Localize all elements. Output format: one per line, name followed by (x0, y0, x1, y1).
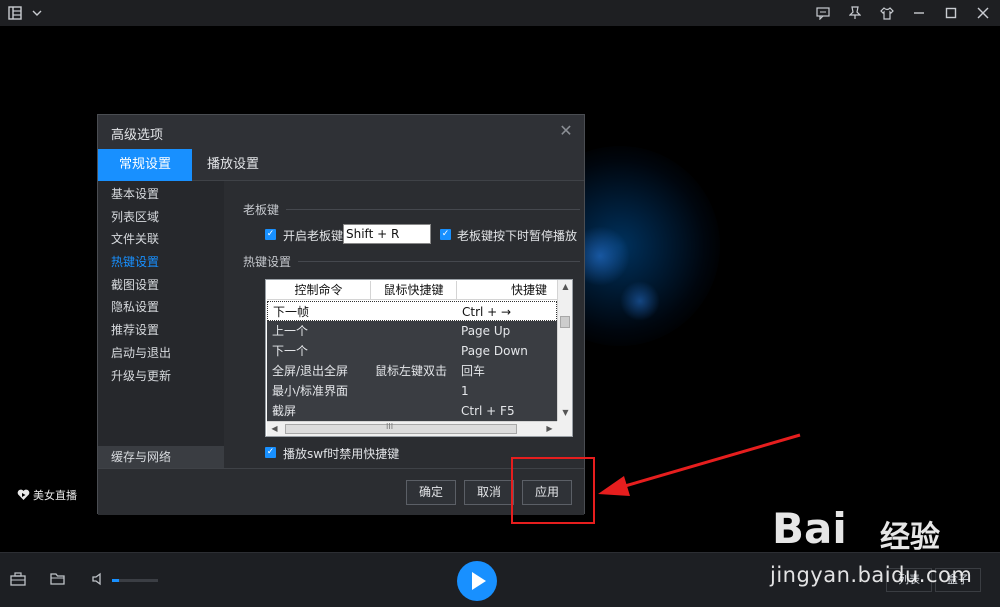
cell-command: 下一个 (272, 344, 309, 358)
scroll-grip: III (386, 422, 394, 431)
table-row[interactable]: 全屏/退出全屏 鼠标左键双击 回车 (267, 361, 557, 381)
pin-icon[interactable] (846, 4, 864, 22)
nav-item-hotkeys[interactable]: 热键设置 (111, 252, 159, 272)
close-icon[interactable] (974, 4, 992, 22)
skin-icon[interactable] (878, 4, 896, 22)
tab-general-settings[interactable]: 常规设置 (98, 149, 192, 181)
dialog-close-icon[interactable]: ✕ (558, 123, 574, 139)
cell-hotkey: Page Down (461, 344, 528, 358)
table-row[interactable]: 最小/标准界面 1 (267, 381, 557, 401)
volume-icon[interactable] (92, 572, 110, 588)
window-controls (814, 3, 992, 23)
dialog-title: 高级选项 (111, 128, 164, 143)
dialog-tabs: 常规设置 播放设置 (98, 149, 584, 181)
cell-command: 上一个 (272, 324, 309, 338)
dialog-title-bar: 高级选项 ✕ (98, 115, 584, 149)
nav-item-basic[interactable]: 基本设置 (111, 184, 159, 204)
play-icon (472, 572, 486, 590)
swf-disable-hotkey-checkbox[interactable]: ✓ (265, 447, 276, 458)
horizontal-scrollbar[interactable]: ◀ III ▶ (267, 421, 557, 436)
nav-item-screenshot[interactable]: 截图设置 (111, 275, 159, 295)
volume-level (112, 579, 119, 582)
cell-hotkey: 1 (461, 384, 469, 398)
table-row[interactable]: 上一个 Page Up (267, 321, 557, 341)
watermark-brand-cn: 经验 (880, 520, 940, 555)
heart-play-icon (17, 489, 30, 500)
cell-hotkey: 回车 (461, 364, 486, 378)
nav-item-startup-exit[interactable]: 启动与退出 (111, 343, 171, 363)
title-bar (0, 0, 1000, 26)
column-header-command[interactable]: 控制命令 (267, 281, 371, 300)
cell-command: 下一帧 (273, 305, 310, 319)
cell-command: 截屏 (272, 404, 297, 418)
list-layout-icon[interactable] (6, 4, 24, 22)
boss-key-enable-label: 开启老板键 (283, 229, 344, 243)
cell-hotkey: Ctrl + F5 (461, 404, 515, 418)
volume-slider[interactable] (112, 579, 158, 582)
play-button[interactable] (457, 561, 497, 601)
vertical-scroll-thumb[interactable] (560, 316, 570, 328)
cell-command: 全屏/退出全屏 (272, 364, 349, 378)
maximize-icon[interactable] (942, 4, 960, 22)
title-bar-left (6, 3, 46, 23)
feedback-icon[interactable] (814, 4, 832, 22)
boss-key-pause-checkbox[interactable]: ✓ (440, 229, 451, 240)
vertical-scrollbar[interactable]: ▲ ▼ (557, 280, 572, 421)
boss-key-section-title: 老板键 (243, 203, 280, 217)
hotkey-section-title: 热键设置 (243, 255, 292, 269)
divider (298, 261, 580, 262)
cell-mouse: 鼠标左键双击 (375, 364, 448, 378)
advanced-options-dialog: 高级选项 ✕ 常规设置 播放设置 基本设置 列表区域 文件关联 热键设置 截图设… (97, 114, 585, 515)
scroll-right-icon[interactable]: ▶ (542, 422, 557, 436)
open-folder-icon[interactable] (50, 572, 68, 588)
nav-item-file-association[interactable]: 文件关联 (111, 229, 159, 249)
table-row[interactable]: 下一个 Page Down (267, 341, 557, 361)
nav-item-list-area[interactable]: 列表区域 (111, 207, 159, 227)
table-row[interactable]: 下一帧 Ctrl + → (267, 301, 557, 321)
scroll-up-icon[interactable]: ▲ (558, 280, 573, 294)
scroll-corner (557, 421, 572, 436)
watermark-brand: Bai (772, 504, 847, 553)
scroll-left-icon[interactable]: ◀ (267, 422, 282, 436)
column-header-mouse[interactable]: 鼠标快捷键 (371, 281, 457, 300)
table-row[interactable]: 截屏 Ctrl + F5 (267, 401, 557, 421)
cell-command: 最小/标准界面 (272, 384, 349, 398)
nav-item-cache-network-label: 缓存与网络 (111, 450, 172, 464)
background-glow (620, 281, 660, 321)
cell-hotkey: Ctrl + → (462, 305, 512, 319)
ok-button[interactable]: 确定 (406, 480, 456, 505)
scroll-down-icon[interactable]: ▼ (558, 406, 573, 420)
annotation-highlight-box (511, 457, 595, 524)
live-label: 美女直播 (33, 489, 77, 502)
settings-nav: 基本设置 列表区域 文件关联 热键设置 截图设置 隐私设置 推荐设置 启动与退出… (98, 181, 224, 468)
nav-item-cache-network[interactable]: 缓存与网络 (98, 446, 224, 468)
hotkey-table: 控制命令 鼠标快捷键 快捷键 下一帧 Ctrl + → 上一个 Page Up … (265, 279, 573, 437)
hotkey-table-body: 下一帧 Ctrl + → 上一个 Page Up 下一个 Page Down 全… (267, 301, 557, 421)
nav-item-recommend[interactable]: 推荐设置 (111, 320, 159, 340)
boss-key-input[interactable]: Shift + R (343, 224, 431, 244)
chevron-down-icon[interactable] (28, 4, 46, 22)
minimize-icon[interactable] (910, 4, 928, 22)
tab-playback-settings[interactable]: 播放设置 (198, 149, 268, 181)
watermark-url: jingyan.baidu.com (770, 563, 973, 587)
nav-item-privacy[interactable]: 隐私设置 (111, 297, 159, 317)
boss-key-pause-label: 老板键按下时暂停播放 (457, 229, 578, 243)
cell-hotkey: Page Up (461, 324, 511, 338)
toolbox-icon[interactable] (10, 572, 28, 588)
horizontal-scroll-thumb[interactable]: III (285, 422, 517, 434)
cancel-button[interactable]: 取消 (464, 480, 514, 505)
hotkey-table-header: 控制命令 鼠标快捷键 快捷键 (267, 281, 557, 300)
live-link[interactable]: 美女直播 (17, 487, 77, 503)
divider (286, 209, 580, 210)
column-header-hotkey[interactable]: 快捷键 (457, 281, 557, 300)
settings-content: 老板键 ✓ 开启老板键 Shift + R ✓ 老板键按下时暂停播放 热键设置 … (224, 181, 584, 468)
boss-key-enable-checkbox[interactable]: ✓ (265, 229, 276, 240)
nav-item-update[interactable]: 升级与更新 (111, 366, 171, 386)
swf-disable-hotkey-label: 播放swf时禁用快捷键 (283, 447, 400, 461)
